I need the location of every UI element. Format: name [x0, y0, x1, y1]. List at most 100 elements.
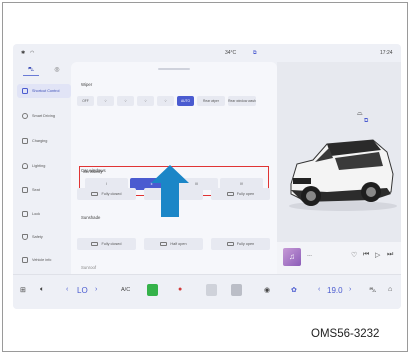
window-icon	[91, 192, 99, 196]
sidebar-item-label: Seat	[32, 188, 40, 192]
car-status-icon: ⧉	[364, 118, 369, 124]
bottom-dock: ⊞ 🔈︎ ‹ LO › A/C ● ◉ ✿ ‹ 19.0 › ⛍ ⌂	[13, 274, 401, 309]
steering-wheel-icon	[22, 113, 28, 119]
sidebar-item-safety[interactable]: Safety	[17, 230, 71, 244]
previous-track-icon[interactable]: ⏮	[363, 251, 369, 259]
sunshade-fully-closed-label: Fully closed	[101, 242, 122, 246]
shield-icon	[22, 234, 28, 240]
right-temp-value[interactable]: 19.0	[327, 286, 343, 295]
sunshade-icon	[226, 242, 234, 246]
right-temp-decrease-icon[interactable]: ‹	[318, 286, 320, 293]
figure-caption: OMS56-3232	[311, 328, 380, 340]
bluetooth-icon: ✱	[21, 50, 26, 56]
next-track-icon[interactable]: ⏭	[387, 251, 393, 259]
bulb-icon	[22, 163, 28, 169]
charging-icon	[22, 138, 28, 144]
sunshade-half-open-button[interactable]: Half open	[144, 238, 203, 250]
phone-app-icon[interactable]	[147, 284, 158, 296]
tab-vehicle[interactable]: ⛍	[23, 64, 39, 76]
wiper-icon: ⌔	[143, 98, 148, 103]
window-icon	[226, 192, 234, 196]
sunshade-row: Fully closed Half open Fully open	[77, 238, 270, 250]
wiper-off-button[interactable]: OFF	[77, 96, 94, 106]
sidebar-item-label: Charging	[32, 139, 48, 143]
app-icon[interactable]	[206, 284, 217, 296]
status-bar: ✱ ◠ 34°C ⧉ 17:24	[13, 44, 401, 62]
wiper-auto-button[interactable]: AUTO	[177, 96, 194, 106]
windows-fully-open-label: Fully open	[236, 192, 255, 196]
media-player: ♫ --- ♡ ⏮ ▷ ⏭	[277, 242, 401, 274]
track-title: ---	[307, 253, 312, 259]
wiper-icon: ⌔	[123, 98, 128, 103]
figure-frame: ✱ ◠ 34°C ⧉ 17:24 ⛍ ◎ Shortcut Control Sm…	[2, 2, 408, 352]
album-art[interactable]: ♫	[283, 248, 301, 266]
sidebar-item-label: Lighting	[32, 164, 46, 168]
navigation-app-icon[interactable]: ●	[178, 286, 182, 293]
sidebar-item-smart-driving[interactable]: Smart Driving	[17, 109, 71, 123]
fan-icon[interactable]: ✿	[291, 286, 297, 294]
wiper-speed-4-button[interactable]: ⌔	[157, 96, 174, 106]
car-icon[interactable]: ⛍	[369, 286, 376, 295]
sunshade-fully-open-label: Fully open	[236, 242, 255, 246]
sidebar-item-shortcut-control[interactable]: Shortcut Control	[17, 84, 71, 98]
shortcut-icon	[22, 88, 28, 94]
sidebar-item-lighting[interactable]: Lighting	[17, 159, 71, 173]
sidebar-item-charging[interactable]: Charging	[17, 134, 71, 148]
sunshade-icon	[91, 242, 99, 246]
sunshade-title: Sunshade	[81, 215, 101, 220]
sunshade-fully-open-button[interactable]: Fully open	[211, 238, 270, 250]
wifi-icon: ◠	[30, 50, 35, 56]
apps-grid-icon[interactable]: ⊞	[20, 286, 26, 294]
windows-fully-open-button[interactable]: Fully open	[211, 188, 270, 200]
sunshade-icon	[160, 242, 168, 246]
sidebar-item-label: Vehicle info	[32, 258, 52, 262]
car-settings-icon[interactable]: ⧉	[253, 50, 257, 56]
sidebar-item-label: Lock	[32, 212, 41, 216]
tab-settings[interactable]: ◎	[49, 64, 65, 76]
panel-grabber[interactable]	[158, 68, 190, 70]
wiper-button-row: OFF ⌔ ⌔ ⌔ ⌔ AUTO Rear wiper Rear window …	[77, 96, 256, 106]
seat-icon	[22, 187, 28, 193]
car-windows-title: Car windows	[81, 168, 106, 173]
wiper-title: Wiper	[81, 82, 93, 87]
clock: 17:24	[380, 50, 393, 56]
camera-app-icon[interactable]: ◉	[264, 286, 270, 294]
music-note-icon: ♫	[289, 252, 295, 261]
vehicle-image	[289, 139, 397, 211]
home-icon[interactable]: ⌂	[388, 286, 392, 293]
windows-fully-closed-label: Fully closed	[101, 192, 122, 196]
sunroof-title: Sunroof	[81, 265, 97, 270]
left-temp-decrease-icon[interactable]: ‹	[66, 286, 68, 293]
rear-window-wash-button[interactable]: Rear window wash	[228, 96, 256, 106]
volume-icon[interactable]: 🔈︎	[40, 286, 44, 294]
wiper-indicator-icon: ⌓	[357, 110, 363, 117]
windows-fully-closed-button[interactable]: Fully closed	[77, 188, 136, 200]
sidebar-tabs: ⛍ ◎	[23, 64, 65, 76]
sunshade-half-open-label: Half open	[170, 242, 187, 246]
play-icon[interactable]: ▷	[375, 251, 380, 259]
sidebar-item-label: Shortcut Control	[32, 89, 60, 93]
settings-sidebar: ⛍ ◎ Shortcut Control Smart Driving Charg…	[13, 62, 71, 274]
sidebar-item-seat[interactable]: Seat	[17, 183, 71, 197]
sidebar-item-vehicle-info[interactable]: Vehicle info	[17, 253, 71, 267]
sidebar-item-lock[interactable]: Lock	[17, 207, 71, 221]
wiper-icon: ⌔	[103, 98, 108, 103]
car-app-icon[interactable]	[231, 284, 242, 296]
ac-button[interactable]: A/C	[121, 287, 130, 293]
infotainment-screen: ✱ ◠ 34°C ⧉ 17:24 ⛍ ◎ Shortcut Control Sm…	[13, 44, 401, 309]
sidebar-item-label: Safety	[32, 235, 43, 239]
wiper-speed-1-button[interactable]: ⌔	[97, 96, 114, 106]
rear-wiper-button[interactable]: Rear wiper	[197, 96, 225, 106]
sidebar-item-label: Smart Driving	[32, 114, 55, 118]
lock-icon	[22, 211, 28, 217]
left-temp-increase-icon[interactable]: ›	[95, 286, 97, 293]
favorite-icon[interactable]: ♡	[351, 251, 357, 259]
wiper-speed-3-button[interactable]: ⌔	[137, 96, 154, 106]
wiper-icon: ⌔	[163, 98, 168, 103]
right-temp-increase-icon[interactable]: ›	[349, 286, 351, 293]
temperature-readout: 34°C	[225, 50, 237, 56]
wiper-speed-2-button[interactable]: ⌔	[117, 96, 134, 106]
left-temp-value[interactable]: LO	[77, 286, 88, 295]
sunshade-fully-closed-button[interactable]: Fully closed	[77, 238, 136, 250]
info-icon	[22, 257, 28, 263]
